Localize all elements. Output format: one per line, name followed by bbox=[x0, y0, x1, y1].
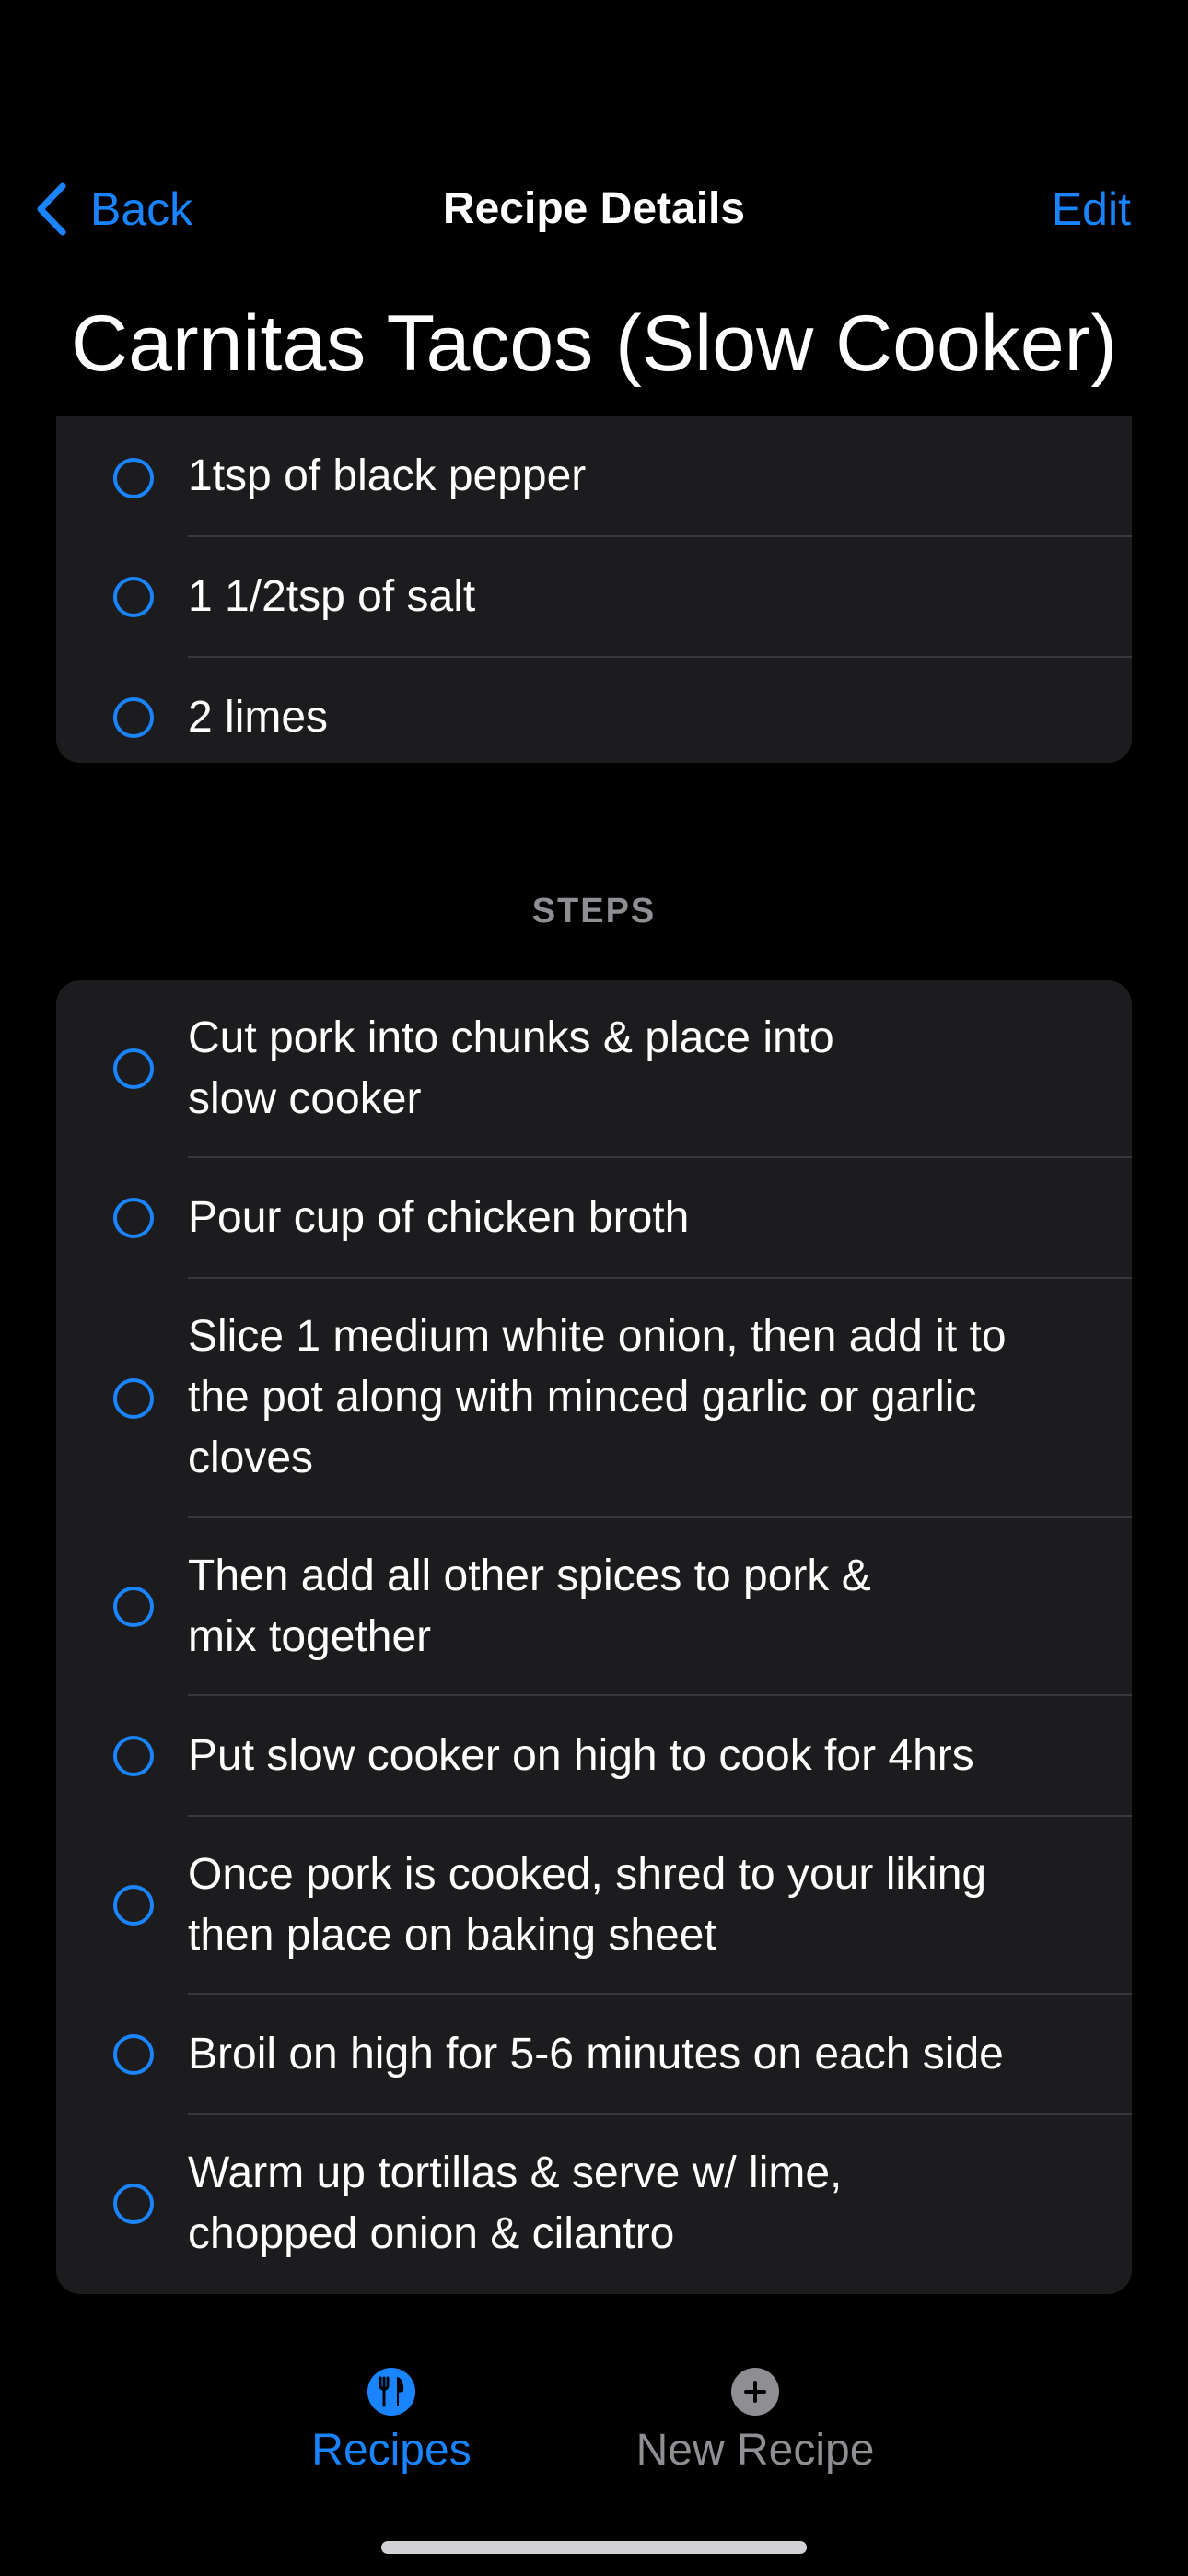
tab-label: New Recipe bbox=[635, 2426, 875, 2475]
nav-title: Recipe Details bbox=[442, 184, 746, 233]
step-text: Pour cup of chicken broth bbox=[188, 1193, 690, 1242]
steps-list: Cut pork into chunks & place into slow c… bbox=[56, 980, 1132, 2294]
checkbox-circle-icon[interactable] bbox=[113, 458, 154, 498]
ingredient-text: 1 1/2tsp of salt bbox=[188, 572, 476, 621]
ingredient-text: 2 limes bbox=[188, 693, 329, 742]
ingredients-list: 1tsp of black pepper 1 1/2tsp of salt 2 … bbox=[56, 416, 1132, 763]
checkbox-circle-icon[interactable] bbox=[113, 2184, 154, 2224]
list-item: Broil on high for 5-6 minutes on each si… bbox=[56, 1995, 1132, 2115]
tab-bar: Recipes New Recipe bbox=[0, 2368, 1188, 2497]
navigation-bar: Back Recipe Details Edit bbox=[0, 157, 1188, 263]
fork-knife-icon bbox=[367, 2368, 415, 2416]
step-text: Put slow cooker on high to cook for 4hrs bbox=[188, 1731, 974, 1780]
tab-new-recipe[interactable]: New Recipe bbox=[612, 2368, 898, 2476]
steps-section-header: STEPS bbox=[531, 892, 657, 931]
list-item: Then add all other spices to pork & mix … bbox=[56, 1518, 1132, 1696]
list-item: Pour cup of chicken broth bbox=[56, 1158, 1132, 1279]
checkbox-circle-icon[interactable] bbox=[113, 577, 154, 617]
checkbox-circle-icon[interactable] bbox=[113, 1736, 154, 1776]
list-item: Slice 1 medium white onion, then add it … bbox=[56, 1279, 1132, 1518]
checkbox-circle-icon[interactable] bbox=[113, 697, 154, 738]
list-item: Put slow cooker on high to cook for 4hrs bbox=[56, 1696, 1132, 1817]
home-indicator[interactable] bbox=[381, 2541, 807, 2554]
step-text: Once pork is cooked, shred to your likin… bbox=[188, 1850, 987, 1960]
checkbox-circle-icon[interactable] bbox=[113, 1587, 154, 1627]
checkbox-circle-icon[interactable] bbox=[113, 1048, 154, 1089]
step-text: Cut pork into chunks & place into slow c… bbox=[188, 1013, 834, 1123]
list-item: Once pork is cooked, shred to your likin… bbox=[56, 1817, 1132, 1995]
step-text: Broil on high for 5-6 minutes on each si… bbox=[188, 2030, 1004, 2078]
list-item: 1 1/2tsp of salt bbox=[56, 537, 1132, 658]
tab-label: Recipes bbox=[311, 2426, 472, 2475]
step-text: Then add all other spices to pork & mix … bbox=[188, 1551, 871, 1661]
list-item: 1tsp of black pepper bbox=[56, 416, 1132, 537]
checkbox-circle-icon[interactable] bbox=[113, 1885, 154, 1926]
step-text: Slice 1 medium white onion, then add it … bbox=[188, 1312, 1007, 1482]
list-item: Warm up tortillas & serve w/ lime, chopp… bbox=[56, 2115, 1132, 2294]
edit-button[interactable]: Edit bbox=[1052, 177, 1131, 241]
step-text: Warm up tortillas & serve w/ lime, chopp… bbox=[188, 2149, 843, 2258]
checkbox-circle-icon[interactable] bbox=[113, 1378, 154, 1419]
ingredient-text: 1tsp of black pepper bbox=[188, 451, 587, 500]
checkbox-circle-icon[interactable] bbox=[113, 2034, 154, 2075]
tab-recipes[interactable]: Recipes bbox=[299, 2368, 483, 2476]
list-item: 2 limes bbox=[56, 658, 1132, 763]
plus-circle-icon bbox=[731, 2368, 779, 2416]
recipe-title: Carnitas Tacos (Slow Cooker) bbox=[71, 299, 1117, 388]
list-item: Cut pork into chunks & place into slow c… bbox=[56, 980, 1132, 1158]
checkbox-circle-icon[interactable] bbox=[113, 1198, 154, 1238]
